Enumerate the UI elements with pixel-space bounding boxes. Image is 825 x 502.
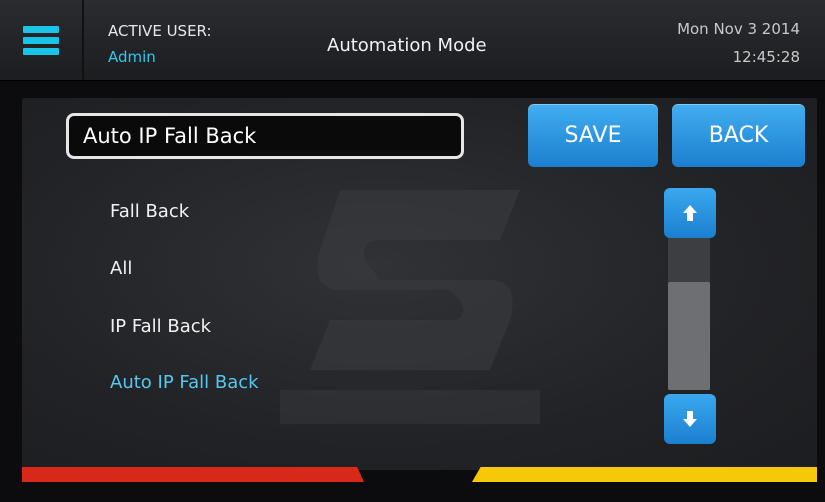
- scroll-down-button[interactable]: [664, 394, 716, 444]
- list-item-auto-ip-fall-back[interactable]: Auto IP Fall Back: [110, 372, 259, 393]
- active-user-name: Admin: [108, 48, 156, 66]
- active-user-label: ACTIVE USER:: [108, 22, 212, 40]
- save-button[interactable]: SAVE: [528, 104, 658, 167]
- page-title: Automation Mode: [327, 35, 487, 56]
- hamburger-menu-icon: [23, 22, 59, 59]
- scroll-up-button[interactable]: [664, 188, 716, 238]
- list-item-fall-back[interactable]: Fall Back: [110, 201, 189, 222]
- scrollbar-thumb[interactable]: [668, 282, 710, 390]
- list-item-ip-fall-back[interactable]: IP Fall Back: [110, 316, 211, 337]
- automation-name-field[interactable]: Auto IP Fall Back: [66, 113, 464, 159]
- status-bar-right: [472, 467, 817, 482]
- top-bar: ACTIVE USER: Admin Automation Mode Mon N…: [0, 0, 825, 81]
- current-time: 12:45:28: [732, 48, 800, 66]
- list-item-all[interactable]: All: [110, 258, 132, 279]
- back-button[interactable]: BACK: [672, 104, 805, 167]
- current-date: Mon Nov 3 2014: [677, 20, 800, 38]
- menu-button[interactable]: [0, 0, 84, 80]
- arrow-down-icon: [683, 411, 697, 427]
- status-bar-left: [22, 467, 364, 482]
- arrow-up-icon: [683, 205, 697, 221]
